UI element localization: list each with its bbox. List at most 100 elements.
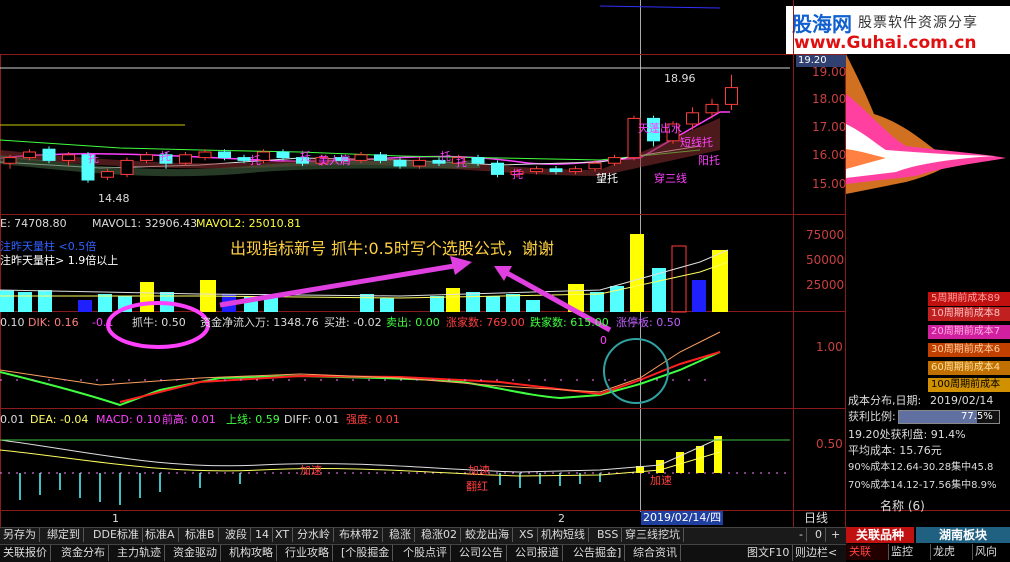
tb-band[interactable]: 波段 [222, 528, 251, 542]
cost-btn-60[interactable]: 60周期前成本4 [928, 361, 1010, 375]
tb2-sidebar-toggle[interactable]: 则边栏< [792, 545, 840, 561]
macd-accel-1: 加速 [300, 464, 322, 477]
tb2-fund-drive[interactable]: 资金驱动 [170, 545, 221, 561]
tag-tuo-5: 托 [440, 150, 451, 163]
request-annotation: 出现指标新号 抓牛:0.5时写个选股公式，谢谢 [230, 239, 554, 258]
candle-body [608, 157, 621, 164]
tag-chuansanxian: 穿三线 [654, 172, 687, 185]
tag-tuo-7: 托 [512, 168, 523, 181]
tab-hunan-sector[interactable]: 湖南板块 [916, 527, 1010, 543]
tb2-f10[interactable]: 图文F10 [744, 545, 794, 561]
candle-body [140, 154, 153, 161]
cost-btn-30[interactable]: 30周期前成本6 [928, 343, 1010, 357]
macd-dea: DEA: -0.04 [30, 413, 89, 426]
tb2-news[interactable]: 综合资讯 [630, 545, 681, 561]
tb2-ann-mining[interactable]: 公告掘金] [570, 545, 626, 561]
tb-dragon[interactable]: 蛟龙出海 [462, 528, 513, 542]
candle-body [491, 162, 504, 175]
tag-tuo-2: 托 [160, 150, 171, 163]
tb-saveas[interactable]: 另存为 [0, 528, 40, 542]
tb2-fund-dist[interactable]: 资金分布 [58, 545, 109, 561]
macd-fanhong: 翻红 [466, 480, 488, 493]
tb-dde[interactable]: DDE标准 [90, 528, 143, 542]
tag-tuo-4: 托 [300, 150, 311, 163]
bottom-tab-monitor[interactable]: 监控 [888, 544, 931, 560]
candle-body [569, 168, 582, 173]
profit-line: 19.20处获利盘: 91.4% [848, 428, 966, 441]
tb-plus[interactable]: + [828, 528, 843, 542]
profit-bar: 77.5% [898, 410, 1000, 424]
cost-btn-20[interactable]: 20周期前成本7 [928, 325, 1010, 339]
tb2-stock-mining[interactable]: [个股掘金 [338, 545, 394, 561]
ind-down-count: 跌家数: 615.00 [530, 316, 609, 329]
time-axis-date: 2019/02/14/四 [641, 511, 724, 525]
profit-value: 77.5% [961, 411, 993, 422]
candle-body [471, 157, 485, 164]
candle-body [393, 159, 407, 167]
vol-tick-3: 25000 [806, 278, 845, 292]
low-price-label: 14.48 [98, 192, 130, 205]
bottom-tab-dragon[interactable]: 龙虎 [930, 544, 973, 560]
macd-accel-2: 加速 [468, 464, 490, 477]
vol-mavol1: MAVOL1: 32906.43 [92, 217, 198, 230]
tb-xs[interactable]: XS [516, 528, 538, 542]
tb-bind[interactable]: 绑定到 [44, 528, 84, 542]
candle-body [413, 159, 426, 167]
candle-body [23, 151, 36, 159]
high-price-label: 18.96 [664, 72, 696, 85]
cost-btn-10[interactable]: 10周期前成本8 [928, 307, 1010, 321]
candle-body [42, 148, 56, 161]
name-label: 名称 (6) [880, 499, 925, 513]
ind-fund-flow: 资金净流入万: 1348.76 [200, 316, 319, 329]
macd-prev-high: 前高: 0.01 [162, 413, 216, 426]
tb-std-b[interactable]: 标准B [182, 528, 219, 542]
tb-boll2[interactable]: 布林带2 [336, 528, 383, 542]
tb-xt[interactable]: XT [272, 528, 294, 542]
tag-meirenjian: 美人肩 [318, 154, 351, 167]
tb-bss[interactable]: BSS [594, 528, 623, 542]
period-label[interactable]: 日线 [804, 512, 828, 525]
candle-body [237, 157, 251, 161]
tab-related[interactable]: 关联品种 [846, 527, 914, 543]
ind-dik: DIK: 0.16 [28, 316, 79, 329]
tb2-inst-strategy[interactable]: 机构攻略 [226, 545, 277, 561]
tb-watershed[interactable]: 分水岭 [294, 528, 334, 542]
cost-70: 70%成本14.12-17.56集中8.9% [848, 480, 997, 491]
tb-zero[interactable]: 0 [812, 528, 826, 542]
tb-chuansanxian[interactable]: 穿三线挖坑 [622, 528, 684, 542]
tag-wangtuo: 望托 [596, 172, 618, 185]
bottom-tab-wind[interactable]: 风向 [972, 544, 1010, 560]
tb2-stock-review[interactable]: 个股点评 [400, 545, 451, 561]
tb2-industry-strategy[interactable]: 行业攻略 [282, 545, 333, 561]
tb-steady02[interactable]: 稳涨02 [418, 528, 461, 542]
vol-tick-1: 75000 [806, 228, 845, 242]
macd-accel-3: 加速 [650, 474, 672, 487]
tb-minus[interactable]: - [796, 528, 807, 542]
candle-body [354, 154, 368, 161]
cost-btn-100[interactable]: 100周期前成本 [928, 378, 1010, 392]
candle-body [725, 87, 738, 105]
bottom-tab-related[interactable]: 关联 [846, 544, 889, 560]
candle-body [588, 162, 602, 170]
tb-14[interactable]: 14 [252, 528, 273, 542]
macd-diff: DIFF: 0.01 [284, 413, 340, 426]
tb-std-a[interactable]: 标准A [142, 528, 179, 542]
tb2-report[interactable]: 公司报道 [512, 545, 563, 561]
cost-btn-5[interactable]: 5周期前成本89 [928, 292, 1010, 306]
tb2-related-quote[interactable]: 关联报价 [0, 545, 51, 561]
tb2-main-track[interactable]: 主力轨迹 [114, 545, 165, 561]
candle-body [101, 171, 114, 178]
candle-body [686, 112, 699, 125]
tb2-announcement[interactable]: 公司公告 [456, 545, 507, 561]
ind-buy: 买进: -0.02 [324, 316, 382, 329]
candle-body [3, 157, 17, 164]
candle-body [198, 151, 212, 159]
time-axis-2: 2 [558, 512, 565, 525]
vol-tick-2: 50000 [806, 253, 845, 267]
candle-body [218, 151, 231, 159]
tb-inst-short[interactable]: 机构短线 [538, 528, 589, 542]
macd-strength: 强度: 0.01 [346, 413, 400, 426]
price-tick-1: 19.00 [812, 65, 847, 79]
tb-steady[interactable]: 稳涨 [386, 528, 415, 542]
candle-body [179, 154, 192, 164]
